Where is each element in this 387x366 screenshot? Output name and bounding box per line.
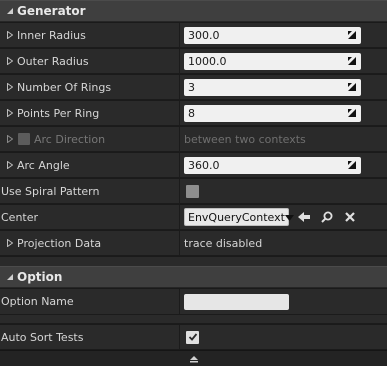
- property-label: Center: [1, 210, 39, 224]
- points-per-ring-input[interactable]: 8: [184, 104, 361, 122]
- numeric-value: 300.0: [188, 28, 220, 42]
- generator-section-header[interactable]: Generator: [0, 0, 387, 22]
- property-label: Option Name: [1, 295, 74, 308]
- use-spiral-pattern-checkbox[interactable]: [186, 184, 199, 198]
- inner-radius-input[interactable]: 300.0: [184, 26, 361, 44]
- browse-search-icon[interactable]: [319, 209, 335, 225]
- section-title: Generator: [17, 4, 86, 18]
- property-row-inner-radius: Inner Radius 300.0: [0, 23, 387, 48]
- center-context-dropdown[interactable]: EnvQueryContext: [184, 208, 294, 226]
- property-label: Auto Sort Tests: [1, 330, 84, 344]
- property-label: Points Per Ring: [17, 106, 100, 120]
- property-row-projection-data: Projection Data trace disabled: [0, 231, 387, 256]
- expand-arrow-icon[interactable]: [4, 83, 16, 91]
- dropdown-value: EnvQueryContext: [188, 210, 285, 224]
- property-label: Number Of Rings: [17, 80, 112, 94]
- property-label: Inner Radius: [17, 28, 86, 42]
- collapse-arrow-icon[interactable]: [4, 7, 16, 15]
- property-label: Use Spiral Pattern: [1, 184, 100, 198]
- expand-arrow-icon[interactable]: [4, 161, 16, 169]
- option-section-header[interactable]: Option: [0, 266, 387, 288]
- numeric-value: 3: [188, 80, 195, 94]
- numeric-value: 8: [188, 106, 195, 120]
- property-row-center: Center EnvQueryContext: [0, 205, 387, 230]
- clear-close-icon[interactable]: [342, 209, 358, 225]
- arc-angle-input[interactable]: 360.0: [184, 156, 361, 174]
- expand-arrow-icon[interactable]: [4, 31, 16, 39]
- property-label: Projection Data: [17, 236, 102, 250]
- checkmark-icon: [188, 333, 197, 341]
- property-row-auto-sort-tests: Auto Sort Tests: [0, 325, 387, 350]
- property-row-arc-direction: Arc Direction between two contexts: [0, 127, 387, 152]
- number-of-rings-input[interactable]: 3: [184, 78, 361, 96]
- property-label: Outer Radius: [17, 54, 89, 68]
- auto-sort-tests-checkbox[interactable]: [186, 330, 199, 344]
- section-spacer: [0, 257, 387, 266]
- chevron-down-icon: [284, 211, 294, 224]
- property-row-arc-angle: Arc Angle 360.0: [0, 153, 387, 178]
- section-title: Option: [17, 270, 63, 284]
- arc-direction-value: between two contexts: [184, 132, 306, 146]
- property-row-option-name: Option Name: [0, 289, 387, 315]
- property-row-number-of-rings: Number Of Rings 3: [0, 75, 387, 100]
- property-label: Arc Direction: [34, 132, 106, 146]
- projection-data-value: trace disabled: [184, 236, 263, 250]
- collapse-arrow-icon[interactable]: [4, 273, 16, 281]
- outer-radius-input[interactable]: 1000.0: [184, 52, 361, 70]
- row-spacer: [0, 315, 387, 324]
- expand-arrow-icon[interactable]: [4, 109, 16, 117]
- property-label: Arc Angle: [17, 158, 70, 172]
- drag-resize-icon[interactable]: [347, 30, 357, 40]
- property-row-outer-radius: Outer Radius 1000.0: [0, 49, 387, 74]
- expand-arrow-icon[interactable]: [4, 135, 16, 143]
- use-selected-arrow-icon[interactable]: [296, 209, 312, 225]
- advanced-toggle-bar[interactable]: [0, 350, 387, 366]
- numeric-value: 360.0: [188, 158, 220, 172]
- expand-up-arrow-icon[interactable]: [189, 355, 199, 363]
- arc-direction-edit-condition-checkbox[interactable]: [18, 133, 30, 145]
- numeric-value: 1000.0: [188, 54, 227, 68]
- expand-arrow-icon[interactable]: [4, 57, 16, 65]
- property-row-points-per-ring: Points Per Ring 8: [0, 101, 387, 126]
- details-panel: Generator Inner Radius 300.0 Outer Radiu…: [0, 0, 387, 366]
- drag-resize-icon[interactable]: [347, 108, 357, 118]
- property-row-use-spiral-pattern: Use Spiral Pattern: [0, 179, 387, 204]
- option-name-input[interactable]: [184, 293, 289, 310]
- drag-resize-icon[interactable]: [347, 160, 357, 170]
- expand-arrow-icon[interactable]: [4, 239, 16, 247]
- drag-resize-icon[interactable]: [347, 82, 357, 92]
- drag-resize-icon[interactable]: [347, 56, 357, 66]
